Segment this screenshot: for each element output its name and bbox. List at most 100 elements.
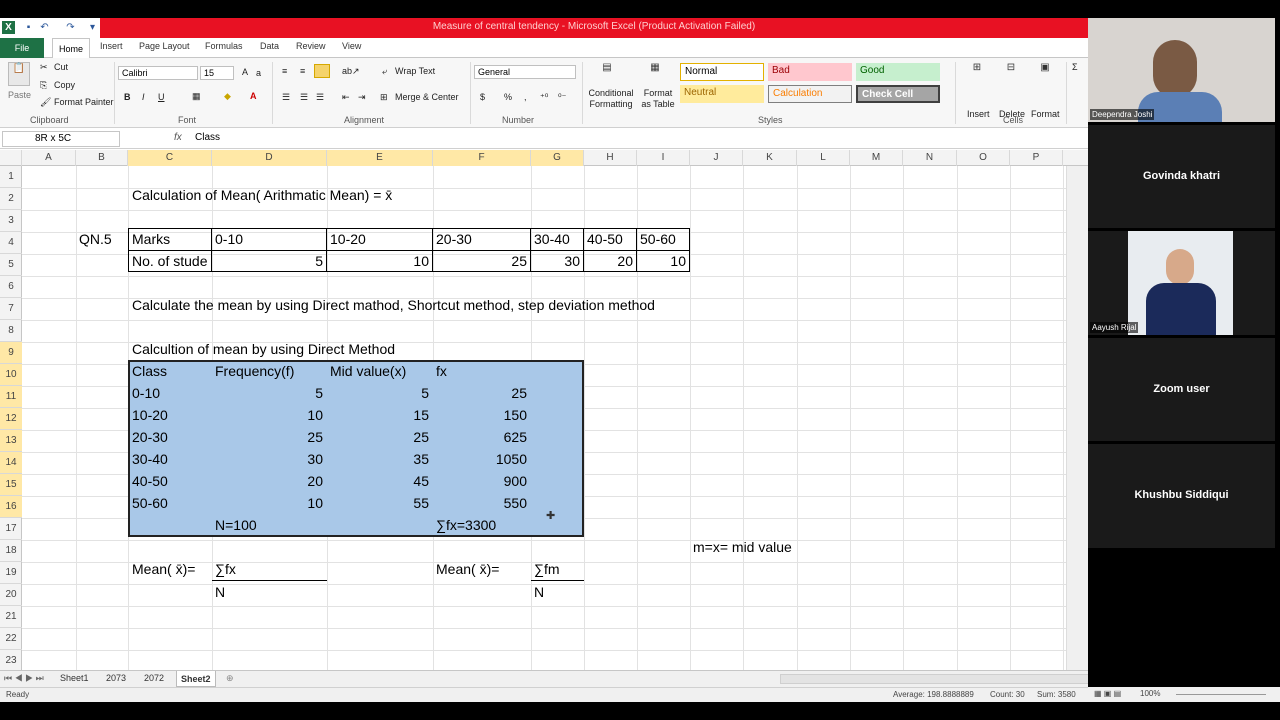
decrease-indent-icon[interactable]: ⇤ [342,92,350,103]
cell-d18[interactable]: ∑fx [215,561,236,577]
cell-d13[interactable]: 30 [212,451,323,467]
cell-i3[interactable]: 50-60 [640,231,676,247]
row-header[interactable]: 20 [0,584,22,606]
cell-f15[interactable]: 550 [433,495,527,511]
font-color-icon[interactable]: A [250,91,257,101]
cell-f3[interactable]: 20-30 [436,231,472,247]
cell-f10[interactable]: 25 [433,385,527,401]
participant-tile[interactable]: Deependra Joshi [1088,18,1275,122]
spreadsheet-grid[interactable]: A B C D E F G H I J K L M N O P 1 2 3 4 … [0,150,1088,676]
cell-c6[interactable]: Calculate the mean by using Direct matho… [132,297,655,313]
cell-g18[interactable]: ∑fm [534,561,560,577]
cell-f4[interactable]: 25 [433,253,527,269]
row-header[interactable]: 3 [0,210,22,232]
cell-e13[interactable]: 35 [327,451,429,467]
tab-formulas[interactable]: Formulas [205,41,243,51]
row-header[interactable]: 16 [0,496,22,518]
zoom-level[interactable]: 100% [1140,689,1160,698]
column-header[interactable]: I [637,150,690,166]
select-all-corner[interactable] [0,150,22,166]
align-center-icon[interactable]: ☰ [300,92,308,103]
style-bad[interactable]: Bad [768,63,852,81]
name-box[interactable]: 8R x 5C [2,131,120,147]
row-header[interactable]: 6 [0,276,22,298]
column-header[interactable]: H [584,150,637,166]
cell-c1[interactable]: Calculation of Mean( Arithmatic Mean) = … [132,187,392,203]
column-header[interactable]: D [212,150,327,166]
paste-icon[interactable]: 📋 [8,62,30,86]
row-header[interactable]: 8 [0,320,22,342]
cell-f18[interactable]: Mean( x̄)= [436,561,499,577]
copy-icon[interactable]: ⎘ [40,80,47,91]
cell-f13[interactable]: 1050 [433,451,527,467]
customize-toolbar-icon[interactable]: ▾ [86,21,99,34]
undo-icon[interactable]: ↶ [38,21,51,34]
fill-color-icon[interactable]: ◆ [224,91,231,102]
cell-g3[interactable]: 30-40 [534,231,570,247]
row-header[interactable]: 15 [0,474,22,496]
insert-cells-icon[interactable]: ⊞ [966,62,988,82]
participant-tile[interactable]: Govinda khatri [1088,125,1275,228]
save-icon[interactable]: ▪ [22,21,35,34]
copy-button[interactable]: Copy [54,80,75,90]
cell-c11[interactable]: 10-20 [132,407,168,423]
cell-c18[interactable]: Mean( x̄)= [132,561,195,577]
column-header[interactable]: J [690,150,743,166]
format-cells-icon[interactable]: ▣ [1034,62,1056,82]
italic-button[interactable]: I [142,92,145,102]
cell-f11[interactable]: 150 [433,407,527,423]
cell-j17[interactable]: m=x= mid value [693,539,792,555]
align-middle-icon[interactable]: ≡ [300,66,305,76]
borders-icon[interactable]: ▦ [192,91,201,102]
cell-d14[interactable]: 20 [212,473,323,489]
bold-button[interactable]: B [124,92,131,102]
row-header[interactable]: 4 [0,232,22,254]
cell-c13[interactable]: 30-40 [132,451,168,467]
wrap-text-button[interactable]: Wrap Text [395,66,435,76]
sheet-tab-active[interactable]: Sheet2 [176,671,216,687]
participant-tile[interactable]: Khushbu Siddiqui [1088,444,1275,548]
row-header[interactable]: 18 [0,540,22,562]
cell-g4[interactable]: 30 [531,253,580,269]
sheet-nav-icon[interactable]: ⏮ ◀ ▶ ⏭ [4,673,44,684]
sheet-tab[interactable]: Sheet1 [60,673,89,683]
font-size-combo[interactable]: 15 [200,66,234,80]
increase-indent-icon[interactable]: ⇥ [358,92,366,103]
cell-d11[interactable]: 10 [212,407,323,423]
row-header[interactable]: 10 [0,364,22,386]
cell-d12[interactable]: 25 [212,429,323,445]
tab-data[interactable]: Data [260,41,279,51]
row-header[interactable]: 12 [0,408,22,430]
currency-button[interactable]: $ [480,92,485,102]
style-normal[interactable]: Normal [680,63,764,81]
row-header[interactable]: 11 [0,386,22,408]
shrink-font-icon[interactable]: a [256,68,261,78]
cell-f12[interactable]: 625 [433,429,527,445]
cell-i4[interactable]: 10 [637,253,686,269]
column-header[interactable]: C [128,150,212,166]
new-sheet-icon[interactable]: ⊕ [226,673,234,684]
cell-d9[interactable]: Frequency(f) [215,363,294,379]
style-good[interactable]: Good [856,63,940,81]
format-as-table-button[interactable]: Format as Table [638,88,678,110]
cell-c12[interactable]: 20-30 [132,429,168,445]
grow-font-icon[interactable]: A [242,67,248,77]
tab-view[interactable]: View [342,41,361,51]
insert-button[interactable]: Insert [967,109,990,119]
cell-e3[interactable]: 10-20 [330,231,366,247]
autosum-icon[interactable]: Σ [1072,62,1078,72]
conditional-formatting-icon[interactable]: ▤ [596,62,618,82]
cell-c10[interactable]: 0-10 [132,385,160,401]
column-header[interactable]: N [903,150,957,166]
percent-button[interactable]: % [504,92,512,102]
paste-button[interactable]: Paste [8,90,31,100]
cell-c14[interactable]: 40-50 [132,473,168,489]
cell-d19[interactable]: N [215,584,225,600]
tab-review[interactable]: Review [296,41,326,51]
cell-f9[interactable]: fx [436,363,447,379]
format-as-table-icon[interactable]: ▦ [644,62,666,82]
row-header[interactable]: 7 [0,298,22,320]
column-header[interactable]: B [76,150,128,166]
merge-center-button[interactable]: Merge & Center [395,92,459,102]
row-header[interactable]: 23 [0,650,22,672]
